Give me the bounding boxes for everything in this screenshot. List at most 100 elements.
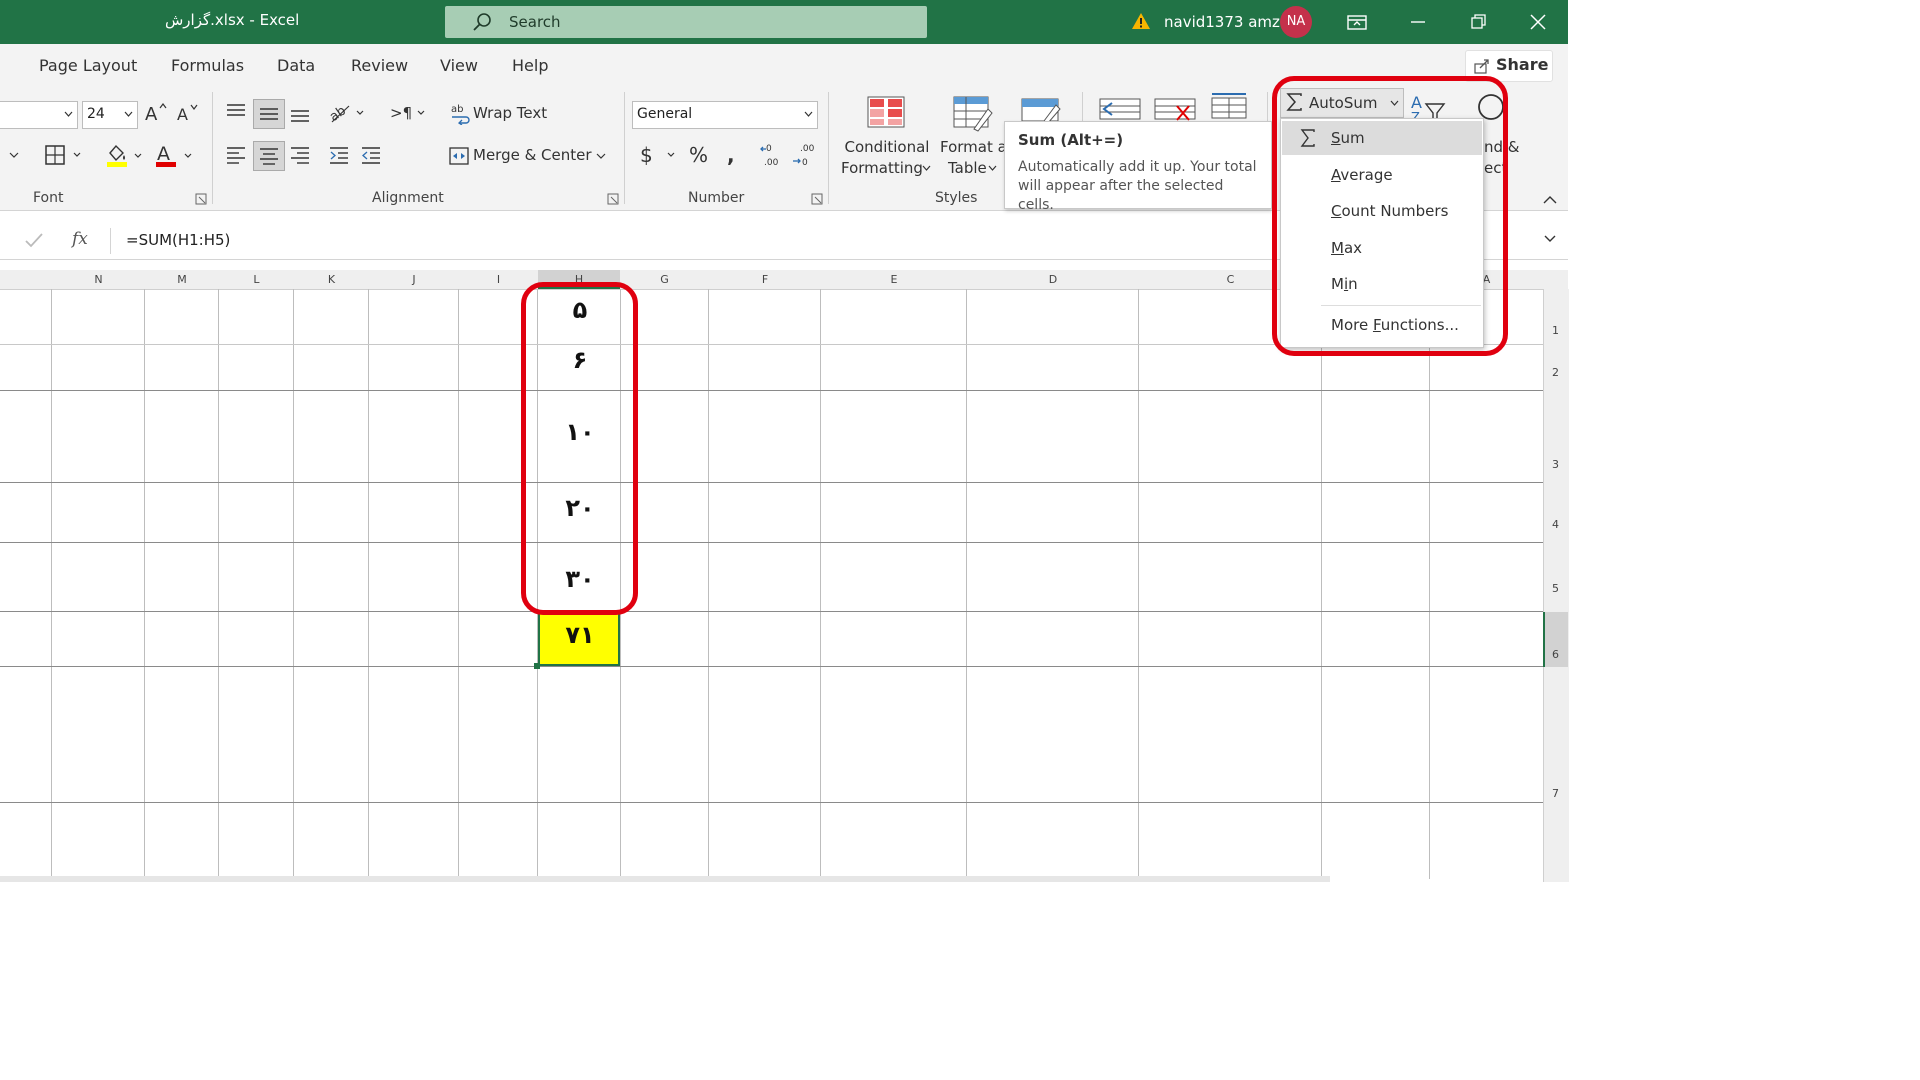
align-right-icon[interactable] [289, 144, 311, 166]
cell-h6-value: ۷۱ [565, 621, 595, 649]
number-format-combo[interactable]: General [632, 101, 818, 129]
align-left-icon[interactable] [225, 144, 247, 166]
merge-center-icon [449, 147, 469, 165]
close-icon[interactable] [1524, 8, 1552, 36]
row-header-3[interactable]: 3 [1543, 458, 1568, 471]
ribbon-display-icon[interactable] [1343, 8, 1371, 36]
tab-page-layout[interactable]: Page Layout [39, 56, 137, 75]
cell-styles-icon[interactable] [1020, 95, 1064, 123]
tab-data[interactable]: Data [277, 56, 315, 75]
collapse-ribbon-icon[interactable] [1542, 194, 1558, 206]
font-name-combo[interactable] [0, 101, 78, 129]
format-table-icon [953, 96, 993, 132]
fill-handle[interactable] [534, 663, 540, 669]
merge-center-button[interactable]: Merge & Center [446, 144, 616, 168]
svg-text:%: % [689, 143, 708, 167]
autosum-tooltip: Sum (Alt+=) Automatically add it up. You… [1004, 121, 1272, 213]
format-as-table-button[interactable]: Format a Table [936, 92, 1007, 182]
format-cells-icon[interactable] [1208, 90, 1252, 122]
delete-cells-icon[interactable] [1153, 94, 1197, 122]
tab-help[interactable]: Help [512, 56, 548, 75]
align-center-button[interactable] [253, 141, 285, 171]
bottom-align-icon[interactable] [289, 103, 311, 125]
horizontal-scrollbar[interactable] [0, 876, 1330, 882]
orientation-icon[interactable]: ab [327, 101, 367, 125]
svg-text:>¶: >¶ [390, 104, 412, 122]
dialog-launcher-icon[interactable] [811, 193, 823, 205]
svg-text:,: , [727, 143, 735, 167]
number-format-value: General [637, 106, 693, 122]
svg-text:ab: ab [451, 104, 463, 115]
svg-text:A: A [145, 104, 158, 125]
warning-icon[interactable] [1131, 12, 1151, 30]
borders-icon[interactable] [44, 143, 84, 167]
wrap-text-button[interactable]: ab Wrap Text [448, 102, 548, 126]
middle-align-button[interactable] [253, 99, 285, 129]
tab-review[interactable]: Review [351, 56, 408, 75]
row-header-1[interactable]: 1 [1543, 324, 1568, 337]
group-separator [828, 92, 829, 204]
column-header-l[interactable]: L [219, 273, 294, 286]
svg-text:.00: .00 [800, 144, 815, 154]
minimize-icon[interactable] [1404, 8, 1432, 36]
conditional-formatting-button[interactable]: Conditional Formatting [838, 92, 934, 182]
insert-cells-icon[interactable] [1098, 94, 1142, 122]
fill-color-icon[interactable] [104, 141, 146, 169]
wrap-text-icon: ab [451, 104, 470, 125]
avatar[interactable]: NA [1280, 6, 1312, 38]
search-icon [473, 13, 491, 31]
text-direction-icon[interactable]: >¶ [388, 101, 432, 125]
row-header-2[interactable]: 2 [1543, 366, 1568, 379]
svg-text:$: $ [640, 143, 653, 167]
decrease-indent-icon[interactable] [328, 144, 350, 166]
chevron-down-icon[interactable] [8, 149, 20, 161]
column-header-k[interactable]: K [294, 273, 369, 286]
dialog-launcher-icon[interactable] [195, 193, 207, 205]
user-name[interactable]: navid1373 amz [1164, 13, 1280, 31]
increase-indent-icon[interactable] [360, 144, 382, 166]
expand-formula-bar-icon[interactable] [1543, 234, 1557, 244]
column-header-m[interactable]: M [145, 273, 219, 286]
styles-group-label: Styles [935, 190, 978, 206]
row-header-6[interactable]: 6 [1543, 648, 1568, 661]
column-header-i[interactable]: I [459, 273, 538, 286]
column-header-f[interactable]: F [709, 273, 821, 286]
font-size-combo[interactable]: 24 [82, 101, 138, 129]
number-group-label: Number [688, 190, 745, 206]
tab-view[interactable]: View [440, 56, 478, 75]
highlight-menu-box [1272, 76, 1508, 356]
merge-center-label: Merge & Center [473, 146, 592, 164]
chevron-down-icon [124, 111, 133, 117]
tooltip-title: Sum (Alt+=) [1018, 131, 1124, 149]
column-header-j[interactable]: J [369, 273, 459, 286]
restore-icon[interactable] [1464, 8, 1492, 36]
enter-check-icon[interactable] [24, 231, 44, 249]
row-header-7[interactable]: 7 [1543, 787, 1568, 800]
top-align-icon[interactable] [225, 101, 247, 123]
group-separator [212, 92, 213, 204]
search-placeholder: Search [509, 13, 561, 31]
percent-icon[interactable]: % [688, 142, 714, 168]
column-header-d[interactable]: D [967, 273, 1139, 286]
column-header-n[interactable]: N [52, 273, 145, 286]
align-center-icon [260, 148, 278, 165]
column-header-g[interactable]: G [620, 273, 709, 286]
currency-icon[interactable]: $ [638, 142, 682, 168]
decrease-decimal-icon[interactable]: .000 [790, 141, 818, 169]
insert-function-icon[interactable]: fx [72, 229, 88, 249]
comma-style-icon[interactable]: , [724, 142, 744, 168]
group-separator [624, 92, 625, 204]
svg-text:A: A [177, 105, 188, 124]
font-color-icon[interactable]: A [154, 141, 196, 169]
increase-font-icon[interactable]: A [144, 101, 168, 125]
decrease-font-icon[interactable]: A [176, 101, 200, 125]
increase-decimal-icon[interactable]: 0.00 [758, 141, 786, 169]
row-header-5[interactable]: 5 [1543, 582, 1568, 595]
conditional-formatting-icon [867, 96, 905, 128]
search-input[interactable]: Search [445, 6, 927, 38]
dialog-launcher-icon[interactable] [607, 193, 619, 205]
row-header-4[interactable]: 4 [1543, 518, 1568, 531]
column-header-e[interactable]: E [821, 273, 967, 286]
title-bar: گزارش.xlsx - Excel Search navid1373 amz … [0, 0, 1568, 44]
tab-formulas[interactable]: Formulas [171, 56, 244, 75]
